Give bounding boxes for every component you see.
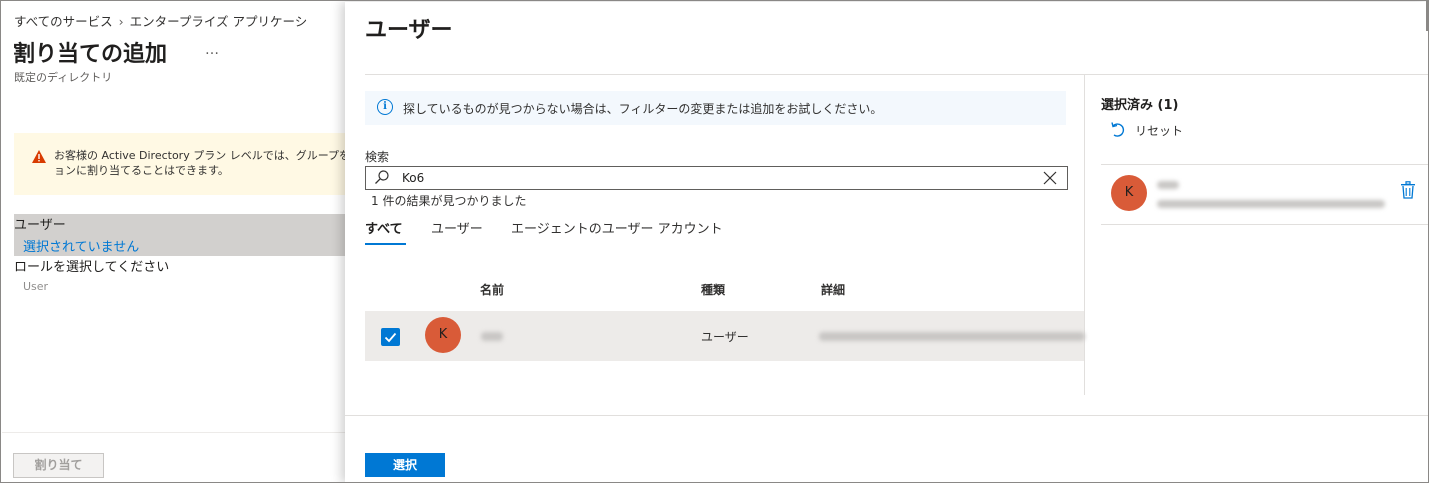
selected-list-top-divider: [1101, 164, 1428, 165]
search-icon: [375, 170, 389, 184]
warning-text-line-1: お客様の Active Directory プラン レベルでは、グループを: [54, 149, 345, 162]
search-input[interactable]: [402, 170, 1022, 186]
assign-button[interactable]: 割り当て: [13, 453, 104, 478]
result-count: 1 件の結果が見つかりました: [371, 194, 527, 208]
info-text: 探しているものが見つからない場合は、フィルターの変更または追加をお試しください。: [403, 102, 883, 116]
panel-footer-divider: [345, 415, 1428, 416]
search-label: 検索: [365, 150, 390, 164]
clear-search-icon[interactable]: [1042, 170, 1058, 186]
warning-icon: [32, 150, 46, 163]
panel-title: ユーザー: [365, 18, 453, 43]
reset-label: リセット: [1135, 124, 1184, 138]
redacted-name: [481, 332, 503, 341]
page-title: 割り当ての追加: [13, 42, 168, 67]
warning-text: お客様の Active Directory プラン レベルでは、グループを ョン…: [54, 148, 345, 178]
column-header-detail[interactable]: 詳細: [821, 281, 845, 298]
users-label: ユーザー: [14, 218, 66, 233]
active-tab-indicator: [365, 243, 406, 245]
warning-text-line-2: ョンに割り当てることはできます。: [54, 164, 229, 177]
page-subtitle: 既定のディレクトリ: [14, 71, 113, 84]
tab-users[interactable]: ユーザー: [431, 218, 483, 237]
footer-divider: [2, 432, 345, 433]
redacted-selected-name: [1157, 181, 1179, 189]
window-edge: [1426, 1, 1428, 31]
add-assignment-blade: すべてのサービス › エンタープライズ アプリケーシ 割り当ての追加 … 既定のディ…: [2, 2, 345, 482]
row-type: ユーザー: [701, 330, 749, 344]
breadcrumb-all-services[interactable]: すべてのサービス: [14, 14, 113, 29]
tab-agent-user-accounts[interactable]: エージェントのユーザー アカウント: [511, 218, 723, 237]
undo-icon: [1111, 122, 1125, 137]
selected-title: 選択済み (1): [1101, 98, 1179, 113]
info-icon: i: [377, 99, 393, 115]
breadcrumb: すべてのサービス › エンタープライズ アプリケーシ: [14, 11, 307, 30]
redacted-detail: [819, 332, 1085, 341]
role-label: ロールを選択してください: [14, 260, 170, 275]
users-none-selected-link[interactable]: 選択されていません: [23, 236, 139, 255]
redacted-selected-email: [1157, 200, 1385, 208]
trash-icon[interactable]: [1400, 181, 1416, 199]
avatar: K: [425, 317, 461, 353]
column-header-type[interactable]: 種類: [701, 281, 725, 298]
more-options-icon[interactable]: …: [205, 42, 220, 58]
window-frame: すべてのサービス › エンタープライズ アプリケーシ 割り当ての追加 … 既定のディ…: [0, 0, 1429, 483]
breadcrumb-enterprise-apps[interactable]: エンタープライズ アプリケーシ: [130, 14, 308, 29]
tab-all[interactable]: すべて: [365, 218, 403, 237]
breadcrumb-separator-icon: ›: [118, 14, 124, 29]
checkmark-icon: [384, 332, 397, 343]
row-checkbox[interactable]: [381, 328, 400, 346]
selected-avatar: K: [1111, 175, 1147, 211]
column-header-name[interactable]: 名前: [480, 281, 504, 298]
role-value-link[interactable]: User: [23, 280, 48, 293]
selected-list-bottom-divider: [1101, 224, 1428, 225]
header-divider: [365, 74, 1428, 75]
column-divider: [1084, 75, 1085, 395]
select-button[interactable]: 選択: [365, 453, 445, 477]
users-picker-panel: ユーザー i 探しているものが見つからない場合は、フィルターの変更または追加をお…: [345, 2, 1428, 482]
